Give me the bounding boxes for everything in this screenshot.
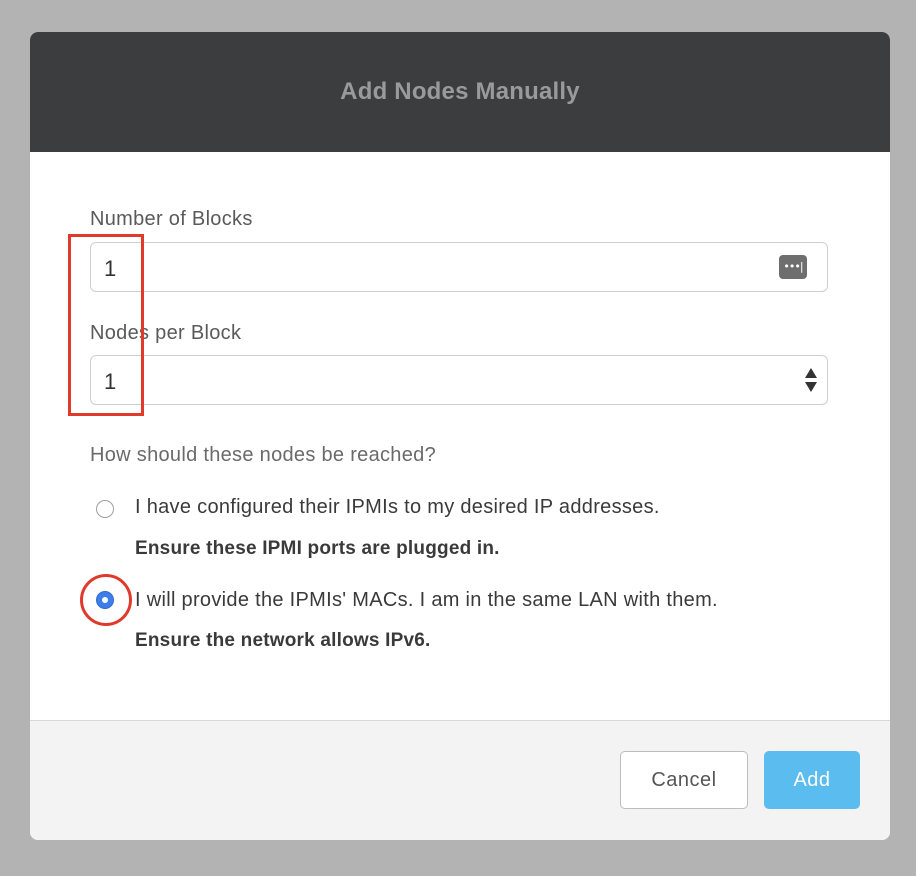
stepper-icon[interactable] [803,366,819,394]
dialog-title: Add Nodes Manually [340,78,580,105]
add-nodes-dialog: Add Nodes Manually Number of Blocks 1 ••… [30,32,890,840]
annotation-rectangle [68,234,144,416]
nodes-input[interactable]: 1 [90,355,828,405]
option-2-note: Ensure the network allows IPv6. [135,630,431,651]
password-manager-icon[interactable]: •••| [779,255,807,279]
dialog-footer: Cancel Add [30,720,890,840]
ipmi-configured-radio[interactable] [96,500,114,518]
add-button[interactable]: Add [764,751,860,809]
reach-question: How should these nodes be reached? [90,444,436,466]
option-2-label[interactable]: I will provide the IPMIs' MACs. I am in … [135,589,718,612]
blocks-input[interactable]: 1 •••| [90,242,828,292]
blocks-label: Number of Blocks [90,208,253,230]
annotation-circle [80,574,132,626]
cancel-button[interactable]: Cancel [620,751,748,809]
dialog-header: Add Nodes Manually [30,32,890,152]
option-1-label[interactable]: I have configured their IPMIs to my desi… [135,496,660,519]
option-1-note: Ensure these IPMI ports are plugged in. [135,538,500,559]
